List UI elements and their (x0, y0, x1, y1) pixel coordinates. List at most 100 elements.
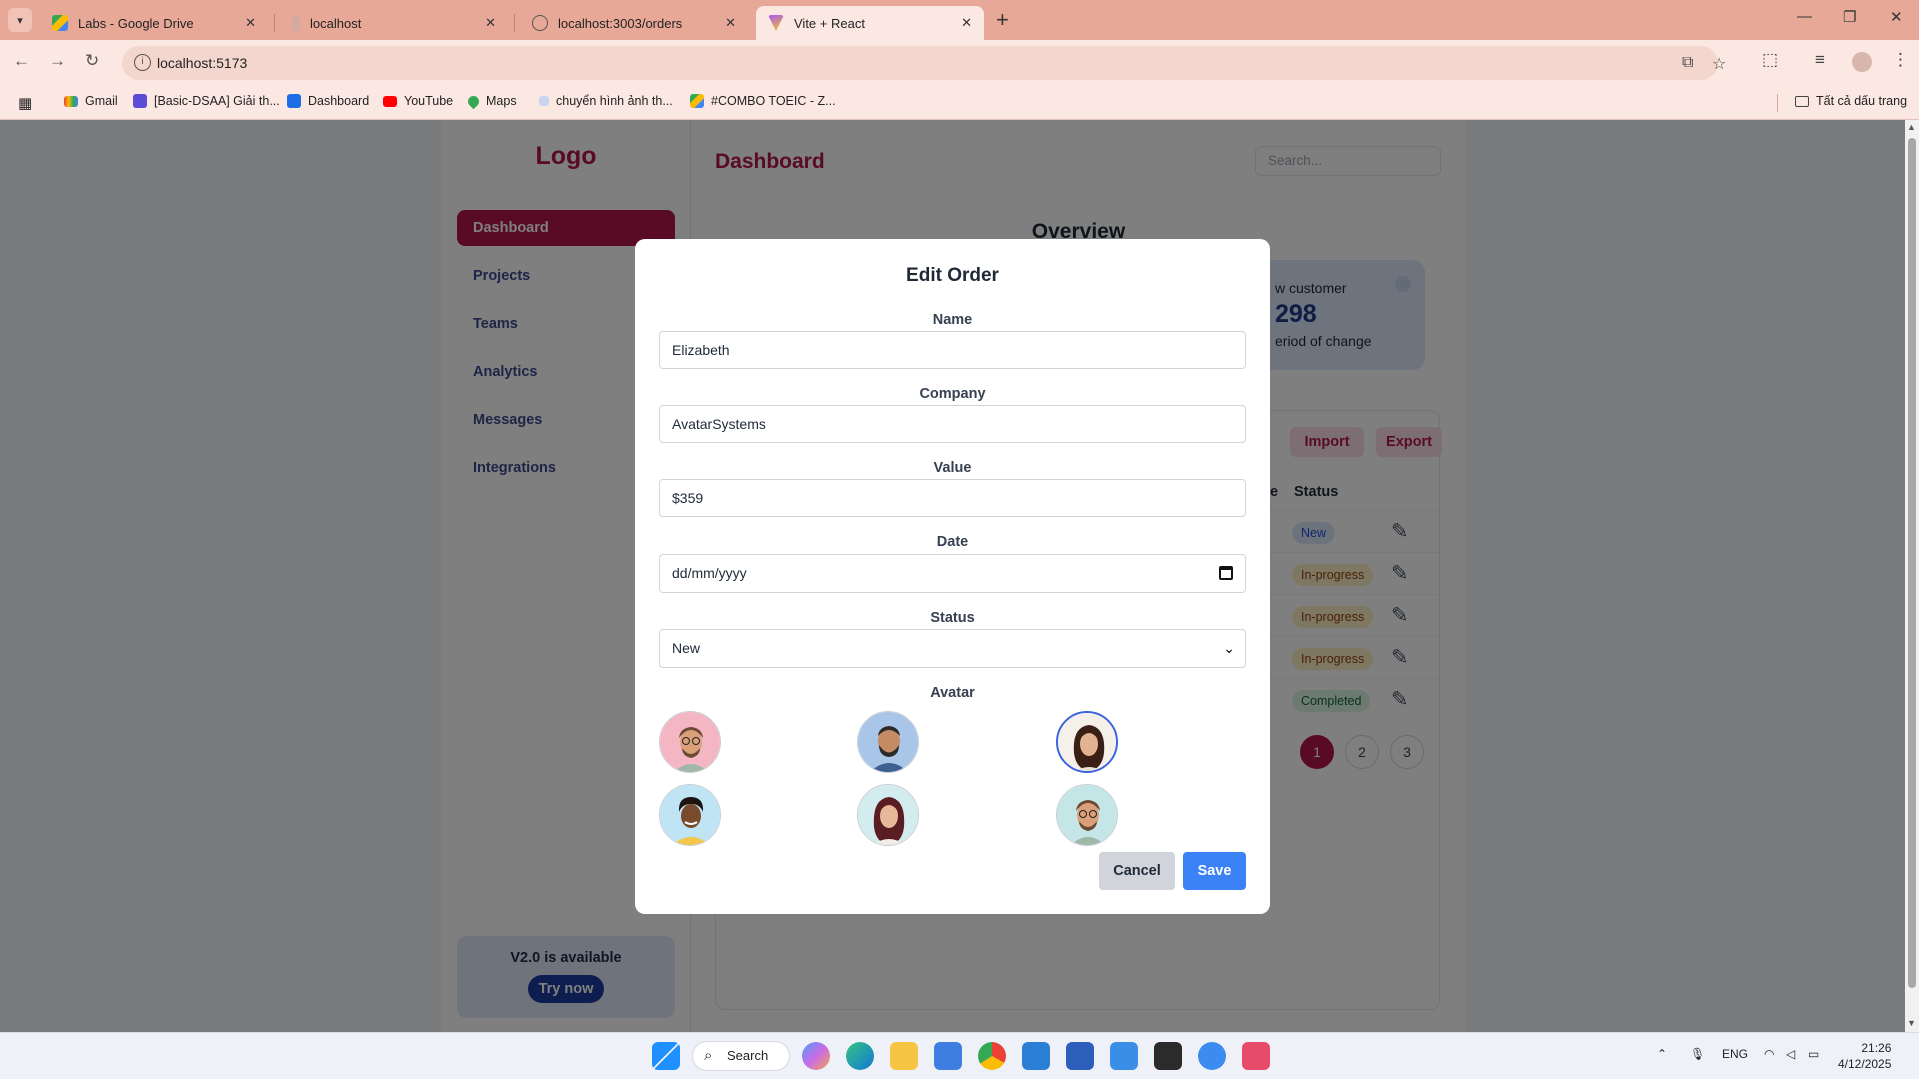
chevron-down-icon: ⌄ (1223, 640, 1235, 656)
maps-pin-icon (465, 93, 482, 109)
tab-title: localhost (310, 15, 362, 31)
volume-icon[interactable]: ◁ (1786, 1047, 1795, 1061)
bookmark-chuyen-hinh-anh[interactable]: chuyển hình ảnh th... (539, 94, 673, 108)
search-icon: ⌕ (704, 1047, 713, 1064)
snipping-tool-icon[interactable] (1242, 1042, 1270, 1070)
company-input[interactable] (659, 405, 1246, 443)
show-hidden-icons-icon[interactable]: ⌃ (1657, 1047, 1667, 1061)
bookmark-basic-dsaa[interactable]: [Basic-DSAA] Giải th... (133, 94, 280, 108)
bookmark-star-icon[interactable]: ☆ (1712, 54, 1726, 74)
microsoft-store-icon[interactable] (934, 1042, 962, 1070)
bookmark-label: Maps (486, 94, 517, 108)
bookmark-gmail[interactable]: Gmail (64, 94, 118, 108)
company-label: Company (919, 386, 986, 402)
cancel-button[interactable]: Cancel (1099, 852, 1175, 890)
scroll-up-icon[interactable]: ▲ (1907, 122, 1916, 132)
scroll-down-icon[interactable]: ▼ (1907, 1018, 1916, 1028)
media-control-icon[interactable]: ≡ (1815, 50, 1825, 70)
copilot-icon[interactable] (802, 1042, 830, 1070)
site-info-icon[interactable]: i (134, 54, 151, 71)
chrome-icon[interactable] (978, 1042, 1006, 1070)
microphone-icon[interactable]: 🎙 (1690, 1047, 1705, 1061)
language-indicator[interactable]: ENG (1722, 1047, 1748, 1061)
close-tab-icon[interactable]: ✕ (245, 15, 256, 31)
bookmarks-bar: ▦ Gmail [Basic-DSAA] Giải th... Dashboar… (0, 86, 1919, 120)
windows-start-icon[interactable] (652, 1042, 680, 1070)
wifi-icon[interactable]: ◠ (1764, 1047, 1774, 1061)
value-input[interactable] (659, 479, 1246, 517)
youtube-icon (383, 95, 397, 107)
apps-grid-icon[interactable]: ▦ (18, 94, 32, 112)
calendar-icon[interactable] (1219, 566, 1233, 580)
bookmark-dashboard[interactable]: Dashboard (287, 94, 369, 108)
vscode-icon[interactable] (1022, 1042, 1050, 1070)
date-input[interactable]: dd/mm/yyyy (659, 554, 1246, 593)
bookmark-maps[interactable]: Maps (465, 93, 517, 109)
browser-menu-icon[interactable]: ⋮ (1892, 50, 1909, 70)
bookmark-youtube[interactable]: YouTube (383, 94, 453, 108)
close-tab-icon[interactable]: ✕ (725, 15, 736, 31)
notepad-icon[interactable] (1110, 1042, 1138, 1070)
new-tab-icon[interactable]: + (996, 8, 1009, 32)
avatar-option-6[interactable] (1056, 784, 1118, 846)
profile-avatar-icon[interactable] (1852, 52, 1872, 72)
close-tab-icon[interactable]: ✕ (961, 15, 972, 31)
reload-icon[interactable]: ↻ (85, 51, 99, 71)
all-bookmarks[interactable]: Tất cả dấu trang (1795, 94, 1907, 108)
scrollbar-thumb[interactable] (1908, 138, 1916, 988)
date-label: Date (936, 534, 969, 550)
avatar-woman-icon (858, 785, 918, 845)
name-input[interactable] (659, 331, 1246, 369)
gmail-icon (64, 95, 78, 107)
page-scrollbar[interactable]: ▲ ▼ (1905, 120, 1919, 1032)
bookmark-combo-toeic[interactable]: #COMBO TOEIC - Z... (690, 94, 836, 108)
zalo-icon[interactable] (1198, 1042, 1226, 1070)
browser-toolbar: ← → ↻ i localhost:5173 ⧉ ☆ ⬚ ≡ ⋮ (0, 40, 1919, 86)
tab-localhost[interactable]: localhost ✕ (280, 6, 508, 40)
translate-icon[interactable]: ⧉ (1682, 54, 1693, 72)
google-drive-icon (52, 15, 68, 31)
avatar-option-3[interactable] (1056, 711, 1118, 773)
restore-icon[interactable]: ❐ (1843, 8, 1856, 26)
avatar-option-5[interactable] (857, 784, 919, 846)
status-selected-value: New (672, 640, 701, 656)
name-label: Name (932, 312, 973, 328)
battery-icon[interactable]: ▭ (1808, 1047, 1819, 1061)
bookmark-label: Dashboard (308, 94, 370, 108)
extensions-icon[interactable]: ⬚ (1762, 50, 1778, 70)
avatar-option-2[interactable] (857, 711, 919, 773)
forward-icon[interactable]: → (49, 51, 66, 71)
page-viewport: Logo Dashboard Projects Teams Analytics … (0, 120, 1919, 1032)
tab-google-drive[interactable]: Labs - Google Drive ✕ (40, 6, 268, 40)
word-icon[interactable] (1066, 1042, 1094, 1070)
clock-date: 4/12/2025 (1838, 1057, 1892, 1071)
back-icon[interactable]: ← (13, 51, 30, 71)
avatar-option-1[interactable] (659, 711, 721, 773)
avatar-option-4[interactable] (659, 784, 721, 846)
minimize-icon[interactable]: — (1797, 8, 1812, 25)
file-explorer-icon[interactable] (890, 1042, 918, 1070)
terminal-icon[interactable] (1154, 1042, 1182, 1070)
bookmark-label: #COMBO TOEIC - Z... (711, 94, 836, 108)
avatar-man-glasses-icon (660, 712, 720, 772)
status-select[interactable]: New ⌄ (659, 629, 1246, 668)
tab-localhost-orders[interactable]: localhost:3003/orders ✕ (520, 6, 748, 40)
taskbar-search[interactable]: ⌕ Search (692, 1041, 790, 1071)
bookmark-label: chuyển hình ảnh th... (556, 94, 673, 108)
avatar-woman-icon (1058, 713, 1116, 771)
close-tab-icon[interactable]: ✕ (485, 15, 496, 31)
tab-search-dropdown-icon[interactable]: ▾ (8, 8, 32, 32)
bookmark-site-icon (539, 96, 549, 106)
edge-icon[interactable] (846, 1042, 874, 1070)
url-text: localhost:5173 (157, 55, 248, 71)
close-window-icon[interactable]: ✕ (1890, 8, 1903, 26)
dashboard-bookmark-icon (287, 94, 301, 108)
taskbar-search-label: Search (727, 1048, 769, 1063)
vite-icon (768, 15, 784, 31)
tab-vite-react[interactable]: Vite + React ✕ (756, 6, 984, 40)
address-bar[interactable]: i localhost:5173 ⧉ ☆ (122, 46, 1726, 80)
save-button[interactable]: Save (1183, 852, 1246, 890)
system-clock[interactable]: 21:26 4/12/2025 (1838, 1040, 1891, 1072)
tab-separator (274, 14, 275, 32)
bookmark-label: YouTube (404, 94, 454, 108)
